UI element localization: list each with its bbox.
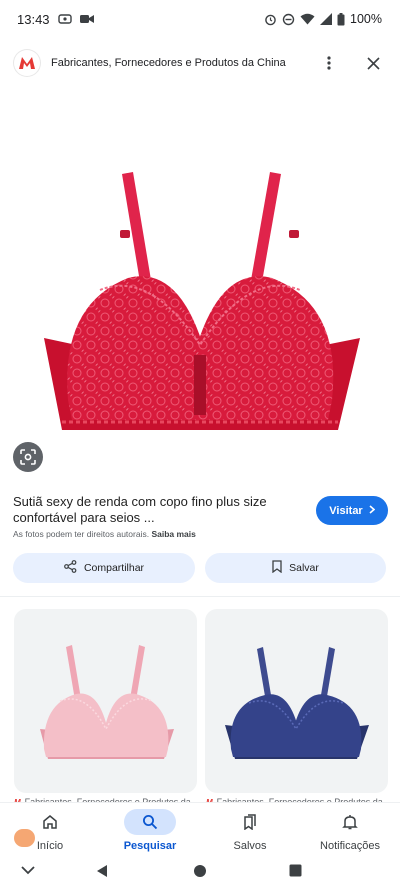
battery-percent: 100% <box>350 12 382 26</box>
related-product-image-navy <box>225 647 369 759</box>
nav-search[interactable]: Pesquisar <box>100 803 200 855</box>
nav-saved-label: Salvos <box>233 840 267 852</box>
share-button[interactable]: Compartilhar <box>13 553 195 583</box>
signal-icon <box>320 13 333 25</box>
home-button-icon[interactable] <box>193 864 207 878</box>
top-app-bar: Fabricantes, Fornecedores e Produtos da … <box>0 38 400 88</box>
related-product-image-pink <box>40 645 174 759</box>
product-image[interactable] <box>0 100 400 480</box>
video-icon <box>79 14 94 24</box>
status-bar: 13:43 100% <box>0 0 400 38</box>
search-icon <box>143 815 158 830</box>
screen: 13:43 100% Fabricantes, Fornecedores e P… <box>0 0 400 889</box>
nav-saved[interactable]: Salvos <box>200 803 300 855</box>
alarm-icon <box>264 13 277 26</box>
bell-icon <box>342 815 358 830</box>
visit-label: Visitar <box>329 504 363 517</box>
battery-icon <box>337 12 345 26</box>
copyright-notice: As fotos podem ter direitos autorais. Sa… <box>13 529 196 539</box>
nav-notifications[interactable]: Notificações <box>300 803 400 855</box>
visit-button[interactable]: Visitar <box>316 496 388 525</box>
copyright-text: As fotos podem ter direitos autorais. <box>13 529 150 539</box>
close-icon[interactable] <box>360 50 386 76</box>
status-time: 13:43 <box>17 11 50 27</box>
more-options-icon[interactable] <box>316 50 342 76</box>
bookmark-icon <box>272 560 282 576</box>
bottom-navigation: Início Pesquisar Salvos Notificações <box>0 803 400 855</box>
site-title[interactable]: Fabricantes, Fornecedores e Produtos da … <box>51 57 286 69</box>
home-icon <box>43 815 57 829</box>
keyboard-hide-icon[interactable] <box>20 865 36 875</box>
related-result-card[interactable] <box>205 609 388 793</box>
nav-notifications-label: Notificações <box>320 840 380 852</box>
dnd-icon <box>282 13 295 26</box>
nav-home[interactable]: Início <box>0 803 100 855</box>
system-navigation-bar <box>0 857 400 889</box>
learn-more-link[interactable]: Saiba mais <box>151 529 195 539</box>
recents-icon[interactable] <box>289 864 302 877</box>
bookmarks-icon <box>244 814 256 830</box>
nav-home-label: Início <box>36 840 64 852</box>
cast-icon <box>57 14 72 24</box>
save-label: Salvar <box>289 562 319 574</box>
share-label: Compartilhar <box>83 562 145 574</box>
save-button[interactable]: Salvar <box>205 553 386 583</box>
site-logo[interactable] <box>14 50 40 76</box>
divider <box>0 596 400 597</box>
wifi-icon <box>300 13 315 25</box>
google-lens-icon[interactable] <box>13 442 43 472</box>
product-title[interactable]: Sutiã sexy de renda com copo fino plus s… <box>13 494 313 526</box>
related-result-card[interactable] <box>14 609 197 793</box>
back-icon[interactable] <box>96 864 108 878</box>
share-icon <box>64 560 77 576</box>
chevron-right-icon <box>369 504 375 517</box>
nav-search-label: Pesquisar <box>123 840 177 852</box>
floating-chip[interactable] <box>14 829 35 847</box>
